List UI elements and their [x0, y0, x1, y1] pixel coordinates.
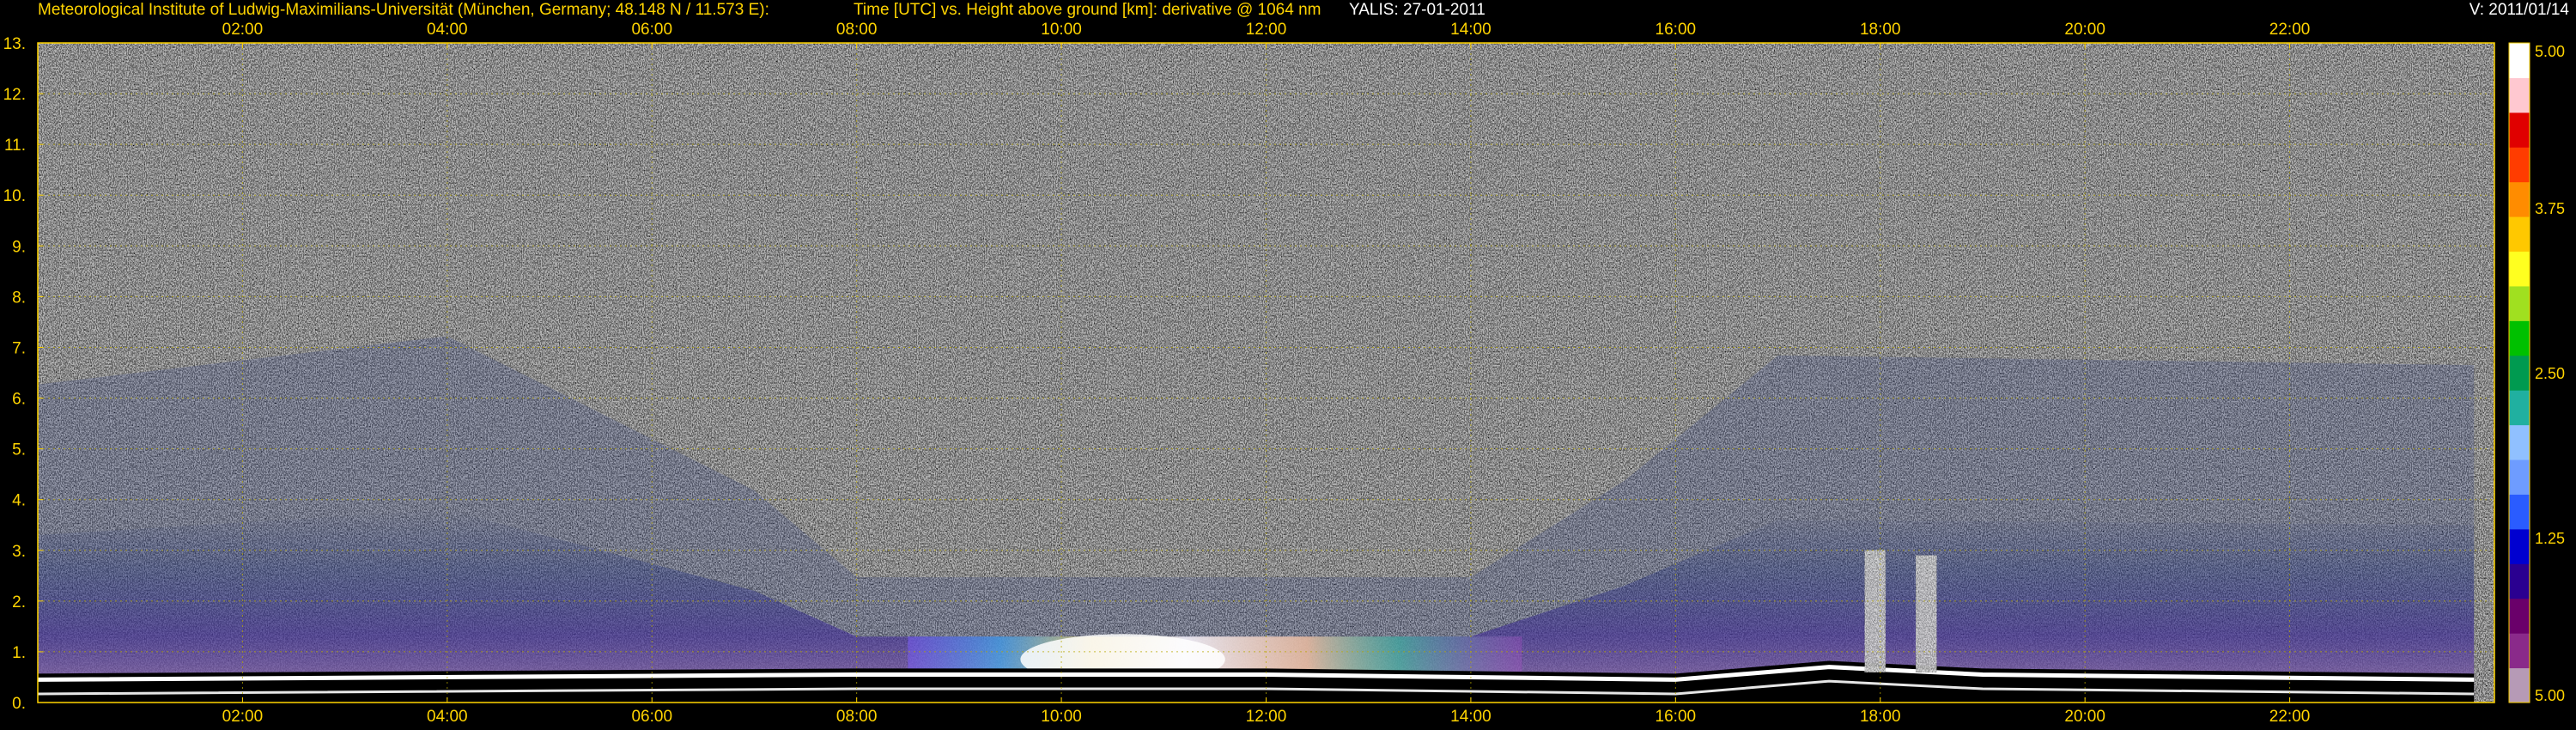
x-tick-bottom-20:00: 20:00: [2064, 708, 2105, 726]
y-tick-2: 2.: [12, 593, 26, 611]
y-tick-9: 9.: [12, 238, 26, 256]
y-tick-7: 7.: [12, 339, 26, 357]
colorbar-label-2: 2.50: [2535, 365, 2565, 382]
x-tick-top-06:00: 06:00: [631, 21, 672, 39]
x-tick-bottom-08:00: 08:00: [836, 708, 878, 726]
colorbar-segment-10: [2509, 320, 2530, 356]
x-tick-top-12:00: 12:00: [1246, 21, 1287, 39]
colorbar-segment-17: [2509, 77, 2530, 113]
x-tick-top-08:00: 08:00: [836, 21, 878, 39]
colorbar-segment-18: [2509, 43, 2530, 78]
x-tick-top-16:00: 16:00: [1656, 21, 1697, 39]
x-tick-top-18:00: 18:00: [1860, 21, 1901, 39]
x-tick-top-04:00: 04:00: [427, 21, 468, 39]
x-tick-top-10:00: 10:00: [1041, 21, 1082, 39]
colorbar-segment-14: [2509, 181, 2530, 217]
colorbar-segment-1: [2509, 633, 2530, 669]
x-tick-bottom-10:00: 10:00: [1041, 708, 1082, 726]
x-tick-bottom-14:00: 14:00: [1450, 708, 1492, 726]
x-tick-bottom-12:00: 12:00: [1246, 708, 1287, 726]
x-tick-bottom-22:00: 22:00: [2269, 708, 2311, 726]
lidar-chart: 02:00 02:00 04:00 04:00 06:00 06:00 08:00 08:00…: [3, 21, 2565, 726]
colorbar-segment-12: [2509, 251, 2530, 287]
colorbar-segment-0: [2509, 667, 2530, 703]
y-tick-3: 3.: [12, 543, 26, 561]
x-tick-bottom-06:00: 06:00: [631, 708, 672, 726]
x-tick-bottom-18:00: 18:00: [1860, 708, 1901, 726]
x-tick-bottom-02:00: 02:00: [222, 708, 264, 726]
colorbar-label-1: 3.75: [2535, 200, 2565, 217]
y-tick-12: 12.: [3, 86, 26, 104]
colorbar-label-3: 1.25: [2535, 530, 2565, 547]
colorbar-segment-3: [2509, 563, 2530, 599]
colorbar-segment-4: [2509, 528, 2530, 564]
y-tick-13: 13.: [3, 35, 26, 53]
colorbar-segment-11: [2509, 285, 2530, 321]
x-tick-top-14:00: 14:00: [1450, 21, 1492, 39]
colorbar-segment-8: [2509, 390, 2530, 426]
y-tick-6: 6.: [12, 391, 26, 409]
y-tick-4: 4.: [12, 492, 26, 510]
colorbar-segment-13: [2509, 216, 2530, 252]
cloud-event-glow-1: [1864, 550, 1886, 672]
colorbar-label-4: 5.00: [2535, 687, 2565, 704]
x-tick-bottom-04:00: 04:00: [427, 708, 468, 726]
colorbar-segment-2: [2509, 598, 2530, 634]
y-tick-11: 11.: [4, 137, 26, 155]
cloud-event-glow-2: [1916, 555, 1937, 672]
colorbar-segment-9: [2509, 355, 2530, 391]
y-tick-5: 5.: [12, 441, 26, 459]
colorbar-segment-16: [2509, 112, 2530, 148]
y-tick-10: 10.: [3, 187, 26, 205]
x-tick-top-02:00: 02:00: [222, 21, 264, 39]
colorbar-segment-5: [2509, 494, 2530, 530]
y-tick-1: 1.: [12, 644, 26, 662]
y-tick-0: 0.: [12, 695, 26, 713]
colorbar-segment-6: [2509, 459, 2530, 495]
colorbar-label-0: 5.00: [2535, 43, 2565, 60]
colorbar-segment-15: [2509, 147, 2530, 183]
x-tick-bottom-16:00: 16:00: [1656, 708, 1697, 726]
y-tick-8: 8.: [12, 289, 26, 307]
x-tick-top-22:00: 22:00: [2269, 21, 2311, 39]
colorbar-segment-7: [2509, 424, 2530, 460]
x-tick-top-20:00: 20:00: [2064, 21, 2105, 39]
